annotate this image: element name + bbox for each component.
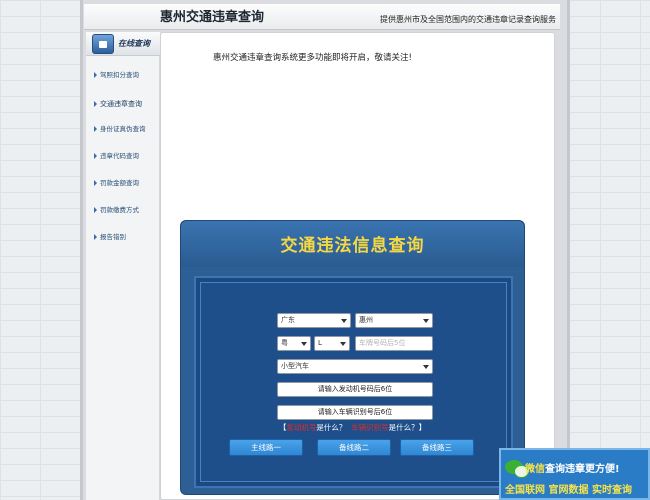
- sidebar-item-fine-amount[interactable]: 罚款金额查询: [94, 176, 160, 190]
- engine-number-input[interactable]: 请输入发动机号码后6位: [277, 382, 433, 397]
- sidebar-item-label: 交通违章查询: [100, 100, 142, 108]
- chevron-down-icon: [340, 342, 346, 346]
- plate-number-input[interactable]: 车牌号码后5位: [355, 336, 433, 351]
- banner-highlight: 微信: [525, 464, 545, 475]
- wechat-icon: [505, 460, 529, 478]
- arrow-bullet-icon: [94, 153, 97, 159]
- sidebar-heading: 在线查询: [86, 32, 160, 56]
- vehicle-type-value: 小型汽车: [281, 362, 309, 370]
- vehicle-type-select[interactable]: 小型汽车: [277, 359, 433, 374]
- sidebar-item-label: 罚款金额查询: [100, 179, 139, 187]
- help-close-bracket: 】: [418, 423, 427, 432]
- engine-number-help-link[interactable]: 发动机号: [286, 423, 316, 432]
- sidebar-item-label: 报告错别: [100, 233, 126, 241]
- plate-letter-select[interactable]: L: [314, 336, 350, 351]
- sidebar-item-label: 身份证真伪查询: [100, 125, 146, 133]
- query-panel-title: 交通违法信息查询: [280, 236, 425, 256]
- query-panel: 交通违法信息查询 广东 惠州 粤 L 车牌号码后5位 小型汽车 请输入发动机号码…: [180, 220, 525, 495]
- wechat-promo-banner[interactable]: 微信查询违章更方便! 全国联网 官网数据 实时查询: [499, 448, 650, 500]
- banner-headline: 微信查询违章更方便!: [525, 460, 620, 475]
- arrow-bullet-icon: [94, 72, 97, 78]
- sidebar-item-report-error[interactable]: 报告错别: [94, 230, 160, 244]
- sidebar-item-label: 驾照扣分查询: [100, 71, 139, 79]
- site-tagline: 提供惠州市及全国范围内的交通违章记录查询服务: [380, 15, 556, 24]
- arrow-bullet-icon: [94, 234, 97, 240]
- sidebar-item-violation-query[interactable]: 交通违章查询: [94, 97, 160, 111]
- query-icon: [92, 34, 114, 54]
- sidebar-item-label: 违章代码查询: [100, 152, 139, 160]
- vin-input[interactable]: 请输入车辆识别号后6位: [277, 405, 433, 420]
- query-form-frame: 广东 惠州 粤 L 车牌号码后5位 小型汽车 请输入发动机号码后6位 请输入车辆…: [194, 276, 513, 488]
- province-select[interactable]: 广东: [277, 313, 351, 328]
- vin-help-link[interactable]: 车辆识别号: [351, 423, 389, 432]
- chevron-down-icon: [301, 342, 307, 346]
- arrow-bullet-icon: [94, 126, 97, 132]
- site-header: 惠州交通违章查询 提供惠州市及全国范围内的交通违章记录查询服务: [84, 4, 560, 30]
- chevron-down-icon: [341, 319, 347, 323]
- sidebar-item-payment-methods[interactable]: 罚款缴费方式: [94, 203, 160, 217]
- help-links: 【发动机号是什么？ 车辆识别号是什么？】: [181, 422, 524, 433]
- main-route-button[interactable]: 主线路一: [229, 439, 303, 456]
- sidebar-item-id-check[interactable]: 身份证真伪查询: [94, 122, 160, 136]
- city-select[interactable]: 惠州: [355, 313, 433, 328]
- city-value: 惠州: [359, 316, 373, 324]
- banner-headline-rest: 查询违章更方便!: [545, 464, 620, 475]
- chevron-down-icon: [423, 319, 429, 323]
- arrow-bullet-icon: [94, 101, 97, 107]
- help-text-2: 是什么？: [388, 423, 419, 432]
- banner-subline: 全国联网 官网数据 实时查询: [505, 485, 632, 496]
- plate-prefix-value: 粤: [281, 339, 288, 347]
- sidebar-heading-label: 在线查询: [118, 39, 150, 48]
- arrow-bullet-icon: [94, 207, 97, 213]
- plate-letter-value: L: [318, 339, 322, 347]
- help-text-1: 是什么？: [316, 423, 347, 432]
- chevron-down-icon: [423, 365, 429, 369]
- query-panel-header: 交通违法信息查询: [181, 221, 524, 267]
- sidebar-item-license-points[interactable]: 驾照扣分查询: [94, 68, 160, 82]
- sidebar-item-violation-code[interactable]: 违章代码查询: [94, 149, 160, 163]
- notice-text: 惠州交通违章查询系统更多功能即将开启，敬请关注!: [213, 53, 412, 63]
- sidebar: 在线查询 驾照扣分查询 交通违章查询 身份证真伪查询 违章代码查询 罚款金额查询…: [86, 32, 160, 500]
- arrow-bullet-icon: [94, 180, 97, 186]
- site-title: 惠州交通违章查询: [160, 10, 265, 25]
- backup-route-3-button[interactable]: 备线路三: [400, 439, 474, 456]
- backup-route-2-button[interactable]: 备线路二: [317, 439, 391, 456]
- province-value: 广东: [281, 316, 295, 324]
- plate-prefix-select[interactable]: 粤: [277, 336, 311, 351]
- sidebar-item-label: 罚款缴费方式: [100, 206, 139, 214]
